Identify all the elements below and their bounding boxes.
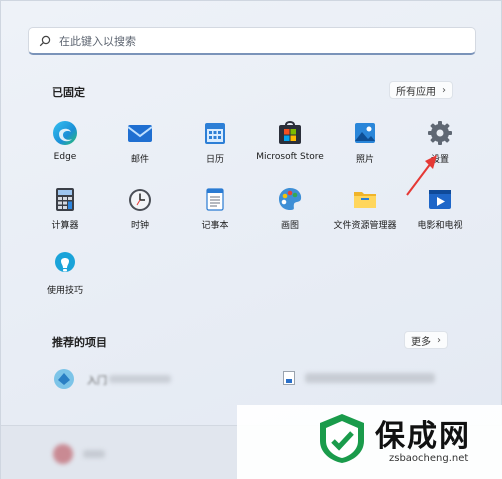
- calendar-icon: [201, 119, 229, 147]
- annotation-arrow: [406, 155, 437, 196]
- all-apps-label: 所有应用: [396, 86, 436, 98]
- blurred-text: [109, 375, 171, 383]
- chevron-right-icon: ›: [442, 84, 446, 96]
- calculator-icon: [51, 185, 79, 213]
- tips-icon: [51, 250, 79, 278]
- avatar[interactable]: [53, 444, 73, 464]
- search-placeholder: 在此键入以搜索: [59, 34, 136, 48]
- clock-icon: [126, 185, 154, 213]
- folder-icon: [351, 185, 379, 213]
- mail-icon: [126, 119, 154, 147]
- recommended-item-label: 入门: [87, 376, 107, 387]
- search-box[interactable]: 在此键入以搜索: [28, 27, 476, 55]
- watermark-logo: [320, 414, 364, 463]
- search-icon: [39, 35, 51, 46]
- notepad-icon: [201, 185, 229, 213]
- watermark: 保成网 zsbaocheng.net: [237, 405, 502, 479]
- watermark-name: 保成网: [375, 419, 471, 454]
- getting-started-icon: [54, 369, 74, 389]
- store-icon: [276, 119, 304, 147]
- photos-icon: [351, 119, 379, 147]
- edge-icon: [51, 119, 79, 147]
- blurred-username: [83, 450, 105, 458]
- recommended-title: 推荐的项目: [52, 336, 107, 349]
- pinned-title: 已固定: [52, 86, 85, 99]
- all-apps-button[interactable]: 所有应用 ›: [389, 81, 453, 99]
- app-label: 使用技巧: [46, 286, 83, 296]
- file-icon: [283, 371, 295, 385]
- more-label: 更多: [411, 336, 431, 348]
- start-menu: 在此键入以搜索 已固定 所有应用 › Edge 邮件 日历 Microsoft …: [0, 0, 502, 479]
- more-button[interactable]: 更多 ›: [404, 331, 448, 349]
- recommended-item[interactable]: [283, 367, 443, 391]
- app-label: 电影和电视: [417, 221, 463, 231]
- blurred-text: [305, 373, 435, 383]
- app-tips[interactable]: 使用技巧: [15, 250, 115, 296]
- paint-icon: [276, 185, 304, 213]
- watermark-url: zsbaocheng.net: [389, 453, 469, 464]
- gear-icon: [426, 119, 454, 147]
- chevron-right-icon: ›: [437, 334, 441, 346]
- recommended-item[interactable]: 入门: [51, 367, 181, 391]
